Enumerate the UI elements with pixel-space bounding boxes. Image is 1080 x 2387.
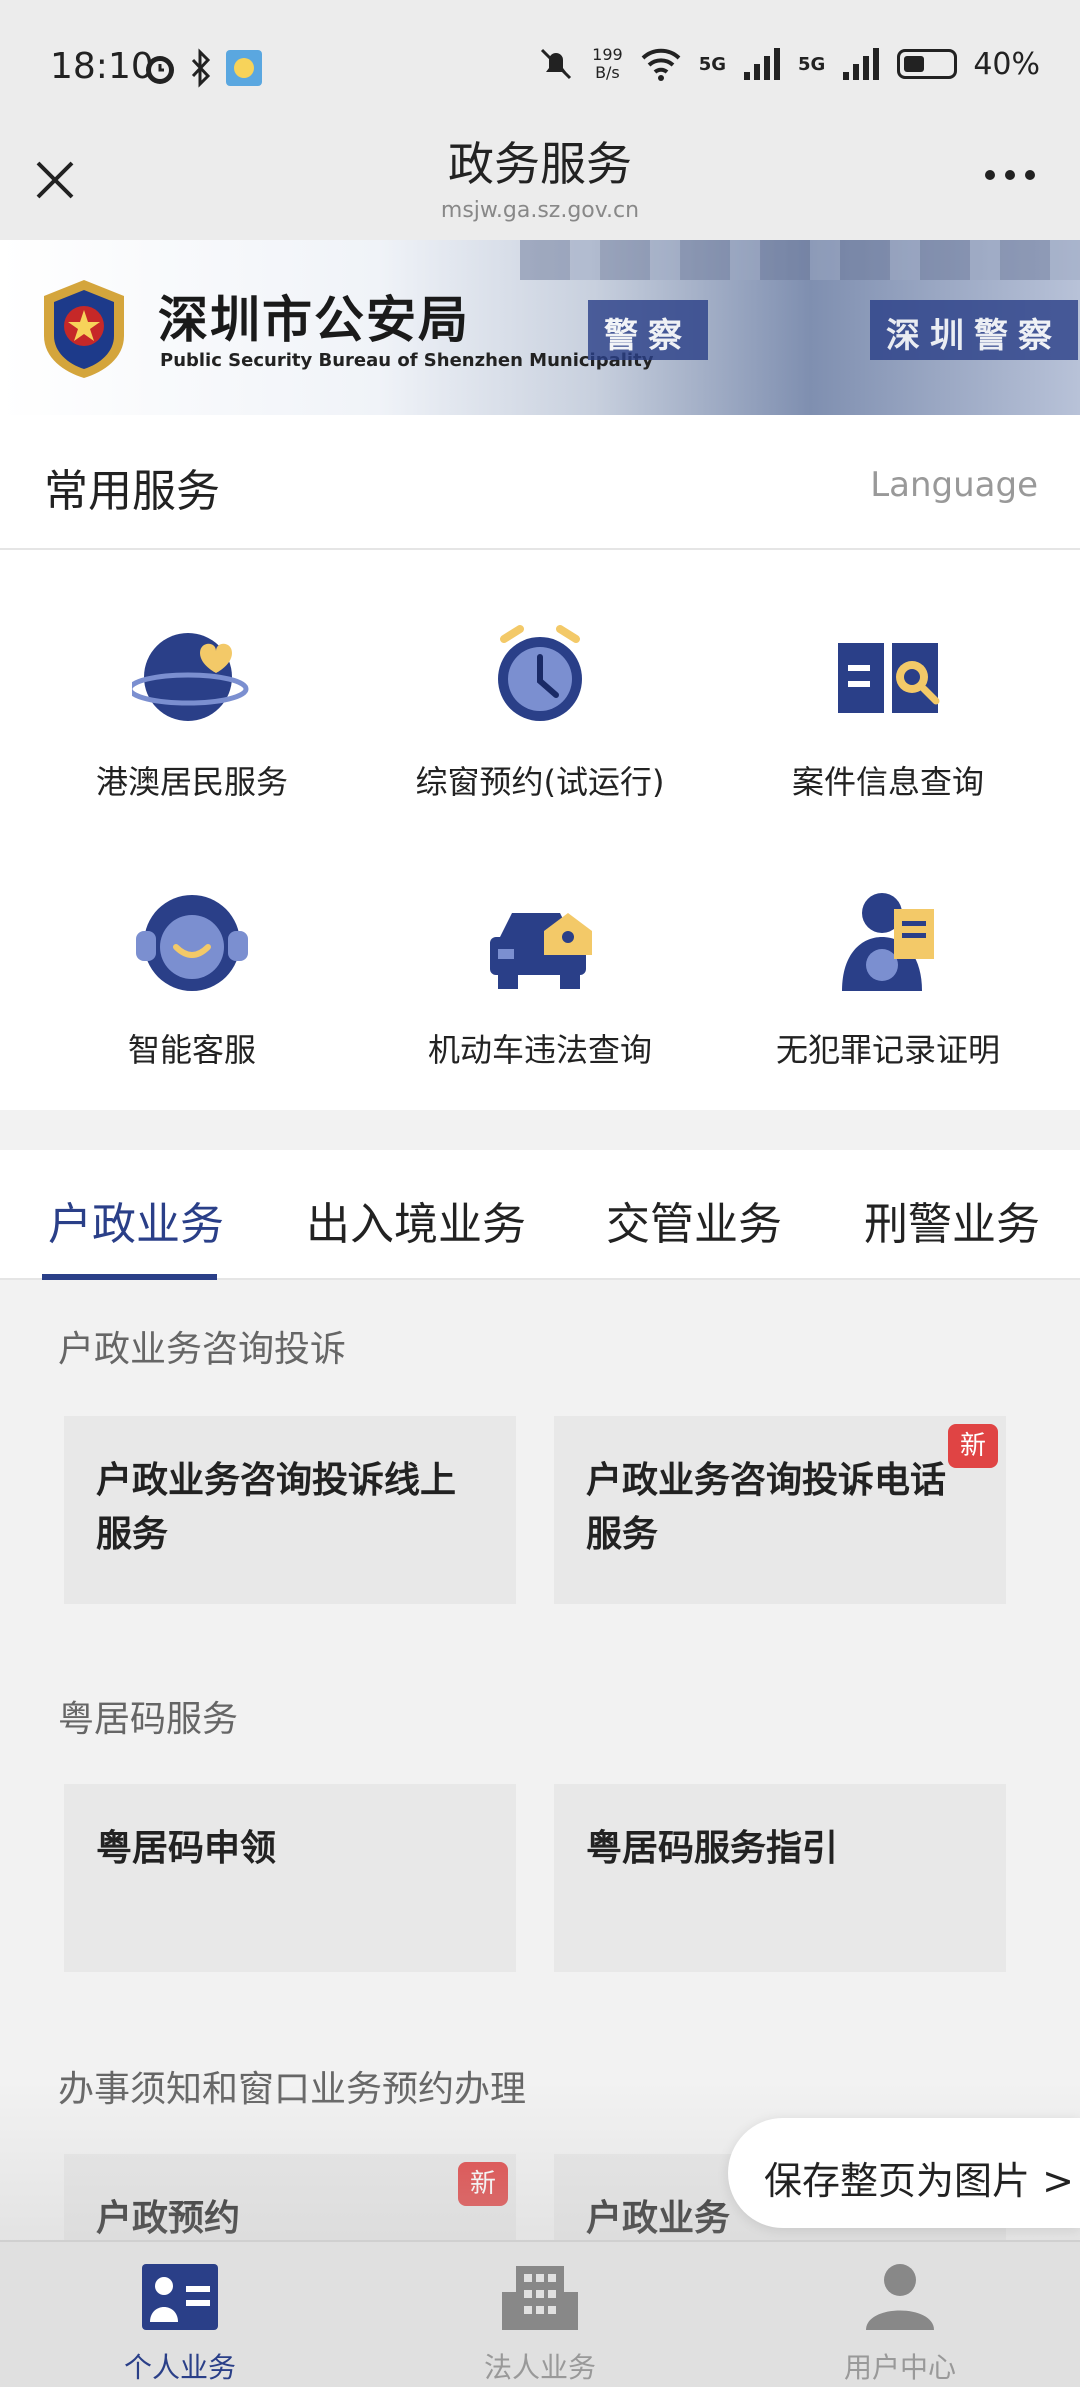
banner-title-en: Public Security Bureau of Shenzhen Munic… bbox=[160, 350, 654, 371]
tile-residence-code-apply[interactable]: 粤居码申领 bbox=[64, 1784, 516, 1972]
police-emblem-icon bbox=[44, 280, 124, 378]
title-bar: 政务服务 msjw.ga.sz.gov.cn bbox=[0, 100, 1080, 240]
signal-icon bbox=[843, 48, 880, 80]
tab-household[interactable]: 户政业务 bbox=[48, 1188, 224, 1252]
section-title: 户政业务咨询投诉 bbox=[58, 1329, 347, 1370]
active-tab-indicator bbox=[42, 1274, 217, 1280]
battery-level: 40% bbox=[973, 46, 1040, 82]
person-document-icon bbox=[842, 893, 934, 991]
common-services-header: 常用服务 Language bbox=[0, 415, 1080, 550]
banner-plate-1: 警察 bbox=[588, 300, 708, 360]
new-badge: 新 bbox=[458, 2162, 508, 2206]
user-icon bbox=[866, 2264, 934, 2330]
service-smart-customer-service[interactable]: 智能客服 bbox=[22, 883, 362, 1071]
nav-user-center[interactable]: 用户中心 bbox=[780, 2262, 1020, 2386]
banner-plate-2: 深圳警察 bbox=[870, 300, 1078, 360]
common-services-heading: 常用服务 bbox=[44, 466, 220, 517]
id-card-icon bbox=[142, 2264, 218, 2330]
dot-icon bbox=[1005, 170, 1015, 180]
page-title: 政务服务 bbox=[448, 137, 632, 191]
tile-residence-code-guide[interactable]: 粤居码服务指引 bbox=[554, 1784, 1006, 1972]
banner-decoration bbox=[520, 240, 1080, 280]
signal-label-1: 5G bbox=[698, 53, 726, 75]
more-options-button[interactable] bbox=[985, 170, 1035, 180]
building-icon bbox=[502, 2266, 578, 2330]
book-search-icon bbox=[838, 643, 940, 713]
tile-consult-online[interactable]: 户政业务咨询投诉线上服务 bbox=[64, 1416, 516, 1604]
robot-icon bbox=[136, 895, 248, 991]
service-no-criminal-record[interactable]: 无犯罪记录证明 bbox=[718, 883, 1058, 1071]
car-house-icon bbox=[490, 913, 592, 989]
common-services-card: 常用服务 Language 港澳居民服务 综窗预约(试运行) 案件信息查询 智能… bbox=[0, 415, 1080, 1110]
signal-label-2: 5G bbox=[798, 53, 826, 75]
tab-traffic[interactable]: 交管业务 bbox=[606, 1188, 782, 1252]
page-url: msjw.ga.sz.gov.cn bbox=[440, 198, 640, 223]
battery-icon bbox=[897, 49, 958, 79]
status-time: 18:10 bbox=[50, 46, 154, 87]
nav-legal-person-business[interactable]: 法人业务 bbox=[420, 2262, 660, 2386]
dot-icon bbox=[1025, 170, 1035, 180]
header-banner: 深圳市公安局 Public Security Bureau of Shenzhe… bbox=[0, 240, 1080, 415]
section-title: 粤居码服务 bbox=[58, 1699, 239, 1740]
signal-icon bbox=[744, 48, 780, 80]
mute-bell-icon bbox=[541, 48, 572, 80]
wifi-icon bbox=[641, 48, 681, 81]
service-window-appointment[interactable]: 综窗预约(试运行) bbox=[370, 615, 710, 803]
tab-criminal[interactable]: 刑警业务 bbox=[864, 1188, 1040, 1252]
alarm-clock-icon bbox=[498, 625, 582, 721]
net-speed: 199 B/s bbox=[592, 45, 623, 82]
globe-heart-icon bbox=[127, 633, 249, 721]
tab-exit-entry[interactable]: 出入境业务 bbox=[306, 1188, 526, 1252]
language-button[interactable]: Language bbox=[870, 465, 1038, 505]
nav-personal-business[interactable]: 个人业务 bbox=[60, 2262, 300, 2386]
bottom-nav: 个人业务 法人业务 用户中心 bbox=[0, 2240, 1080, 2387]
service-hk-macao-residents[interactable]: 港澳居民服务 bbox=[22, 615, 362, 803]
tile-consult-phone[interactable]: 户政业务咨询投诉电话服务 新 bbox=[554, 1416, 1006, 1604]
section-title: 办事须知和窗口业务预约办理 bbox=[58, 2069, 527, 2110]
bluetooth-icon bbox=[191, 48, 211, 88]
dot-icon bbox=[985, 170, 995, 180]
service-vehicle-violation-query[interactable]: 机动车违法查询 bbox=[370, 883, 710, 1071]
new-badge: 新 bbox=[948, 1424, 998, 1468]
banner-title-cn: 深圳市公安局 bbox=[158, 291, 470, 349]
service-case-info-query[interactable]: 案件信息查询 bbox=[718, 615, 1058, 803]
business-tabs: 户政业务 出入境业务 交管业务 刑警业务 bbox=[0, 1150, 1080, 1280]
weather-icon bbox=[226, 50, 262, 86]
alarm-icon bbox=[146, 56, 174, 84]
save-page-as-image-button[interactable]: 保存整页为图片 > bbox=[728, 2118, 1080, 2228]
